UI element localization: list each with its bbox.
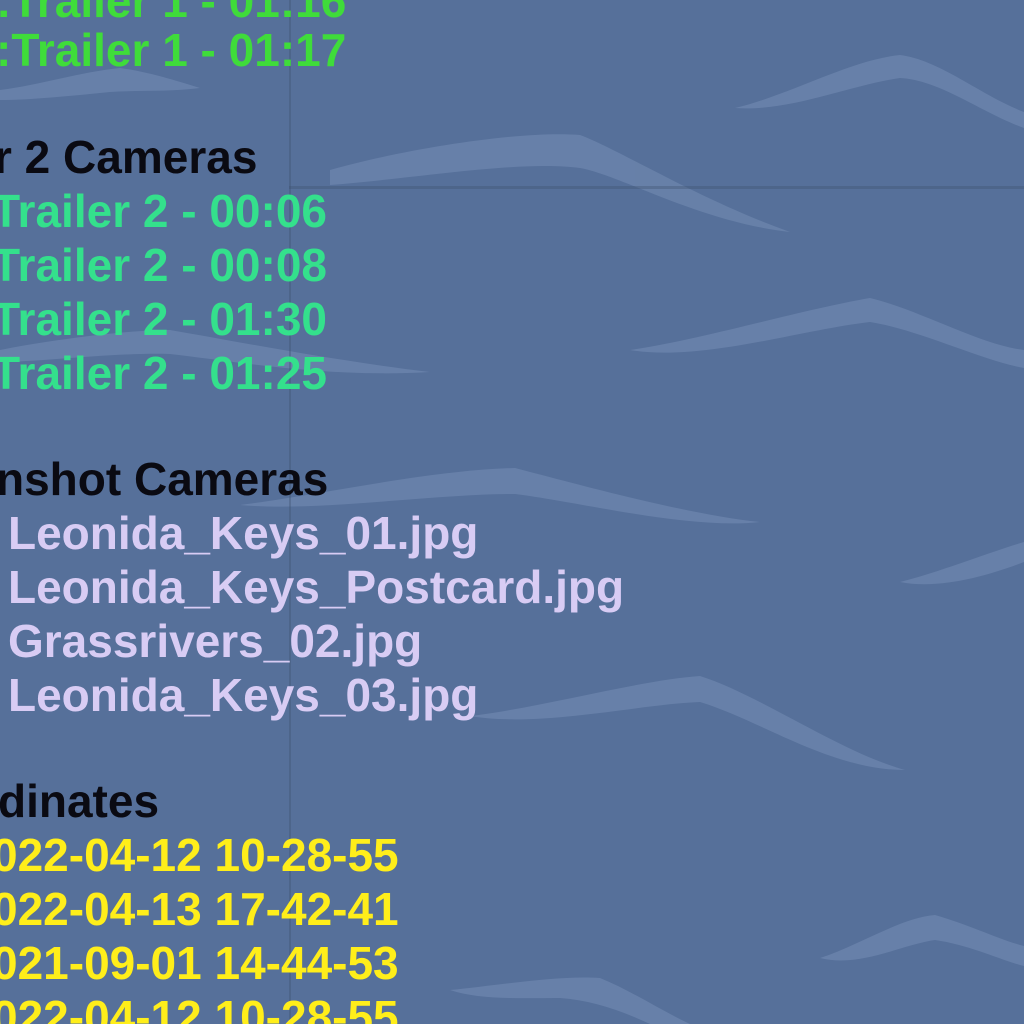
wave-shape: [735, 55, 1024, 128]
wave-shape: [470, 676, 905, 770]
screenshot-camera-item[interactable]: Leonida_Keys_01.jpg: [8, 506, 478, 560]
coordinate-item[interactable]: 022-04-13 17-42-41: [0, 882, 399, 936]
coordinates-heading: dinates: [0, 775, 160, 827]
trailer2-camera-item[interactable]: Trailer 2 - 00:06: [0, 184, 327, 238]
trailer2-camera-item[interactable]: Trailer 2 - 01:25: [0, 346, 327, 400]
screenshot-camera-item[interactable]: Leonida_Keys_Postcard.jpg: [8, 560, 624, 614]
coordinate-item[interactable]: 021-09-01 14-44-53: [0, 936, 399, 990]
screenshot-cameras-heading: nshot Cameras: [0, 453, 329, 505]
trailer2-camera-item[interactable]: Trailer 2 - 00:08: [0, 238, 327, 292]
screenshot-camera-item[interactable]: Grassrivers_02.jpg: [8, 614, 422, 668]
wave-shape: [330, 134, 790, 232]
trailer1-camera-item[interactable]: :Trailer 1 - 01:17: [0, 23, 346, 77]
coordinate-item[interactable]: 022-04-12 10-28-55: [0, 990, 399, 1024]
map-viewport[interactable]: :Trailer 1 - 01:16 :Trailer 1 - 01:17 r …: [0, 0, 1024, 1024]
trailer2-camera-item[interactable]: Trailer 2 - 01:30: [0, 292, 327, 346]
wave-shape: [450, 977, 690, 1024]
map-grid-line-horizontal: [289, 186, 1024, 189]
trailer2-heading: r 2 Cameras: [0, 131, 258, 183]
coordinate-item[interactable]: 022-04-12 10-28-55: [0, 828, 399, 882]
wave-shape: [900, 542, 1024, 585]
screenshot-camera-item[interactable]: Leonida_Keys_03.jpg: [8, 668, 478, 722]
wave-shape: [630, 298, 1024, 368]
wave-shape: [820, 915, 1024, 966]
